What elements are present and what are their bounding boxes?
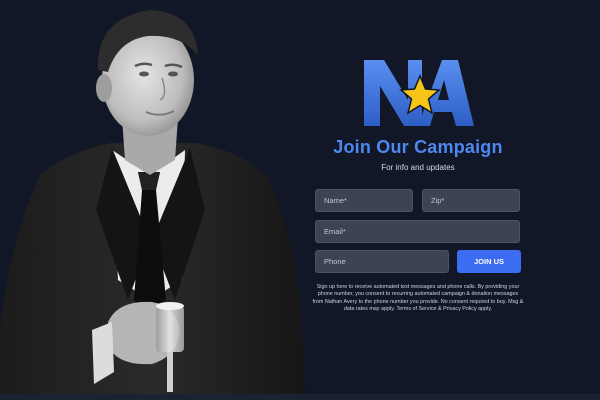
form-title: Join Our Campaign [333,137,503,157]
join-us-button[interactable]: JOIN US [457,250,521,273]
form-subtitle: For info and updates [381,163,455,172]
phone-field[interactable] [315,250,449,273]
campaign-signup-page: Join Our Campaign For info and updates J… [0,0,600,400]
name-field[interactable] [315,189,413,212]
zip-field[interactable] [422,189,520,212]
sms-consent-disclaimer: Sign up here to receive automated text m… [312,284,524,313]
bottom-divider [0,394,600,400]
signup-panel: Join Our Campaign For info and updates J… [312,50,524,360]
email-field[interactable] [315,220,520,243]
candidate-photo [0,0,320,400]
campaign-logo [362,56,474,128]
